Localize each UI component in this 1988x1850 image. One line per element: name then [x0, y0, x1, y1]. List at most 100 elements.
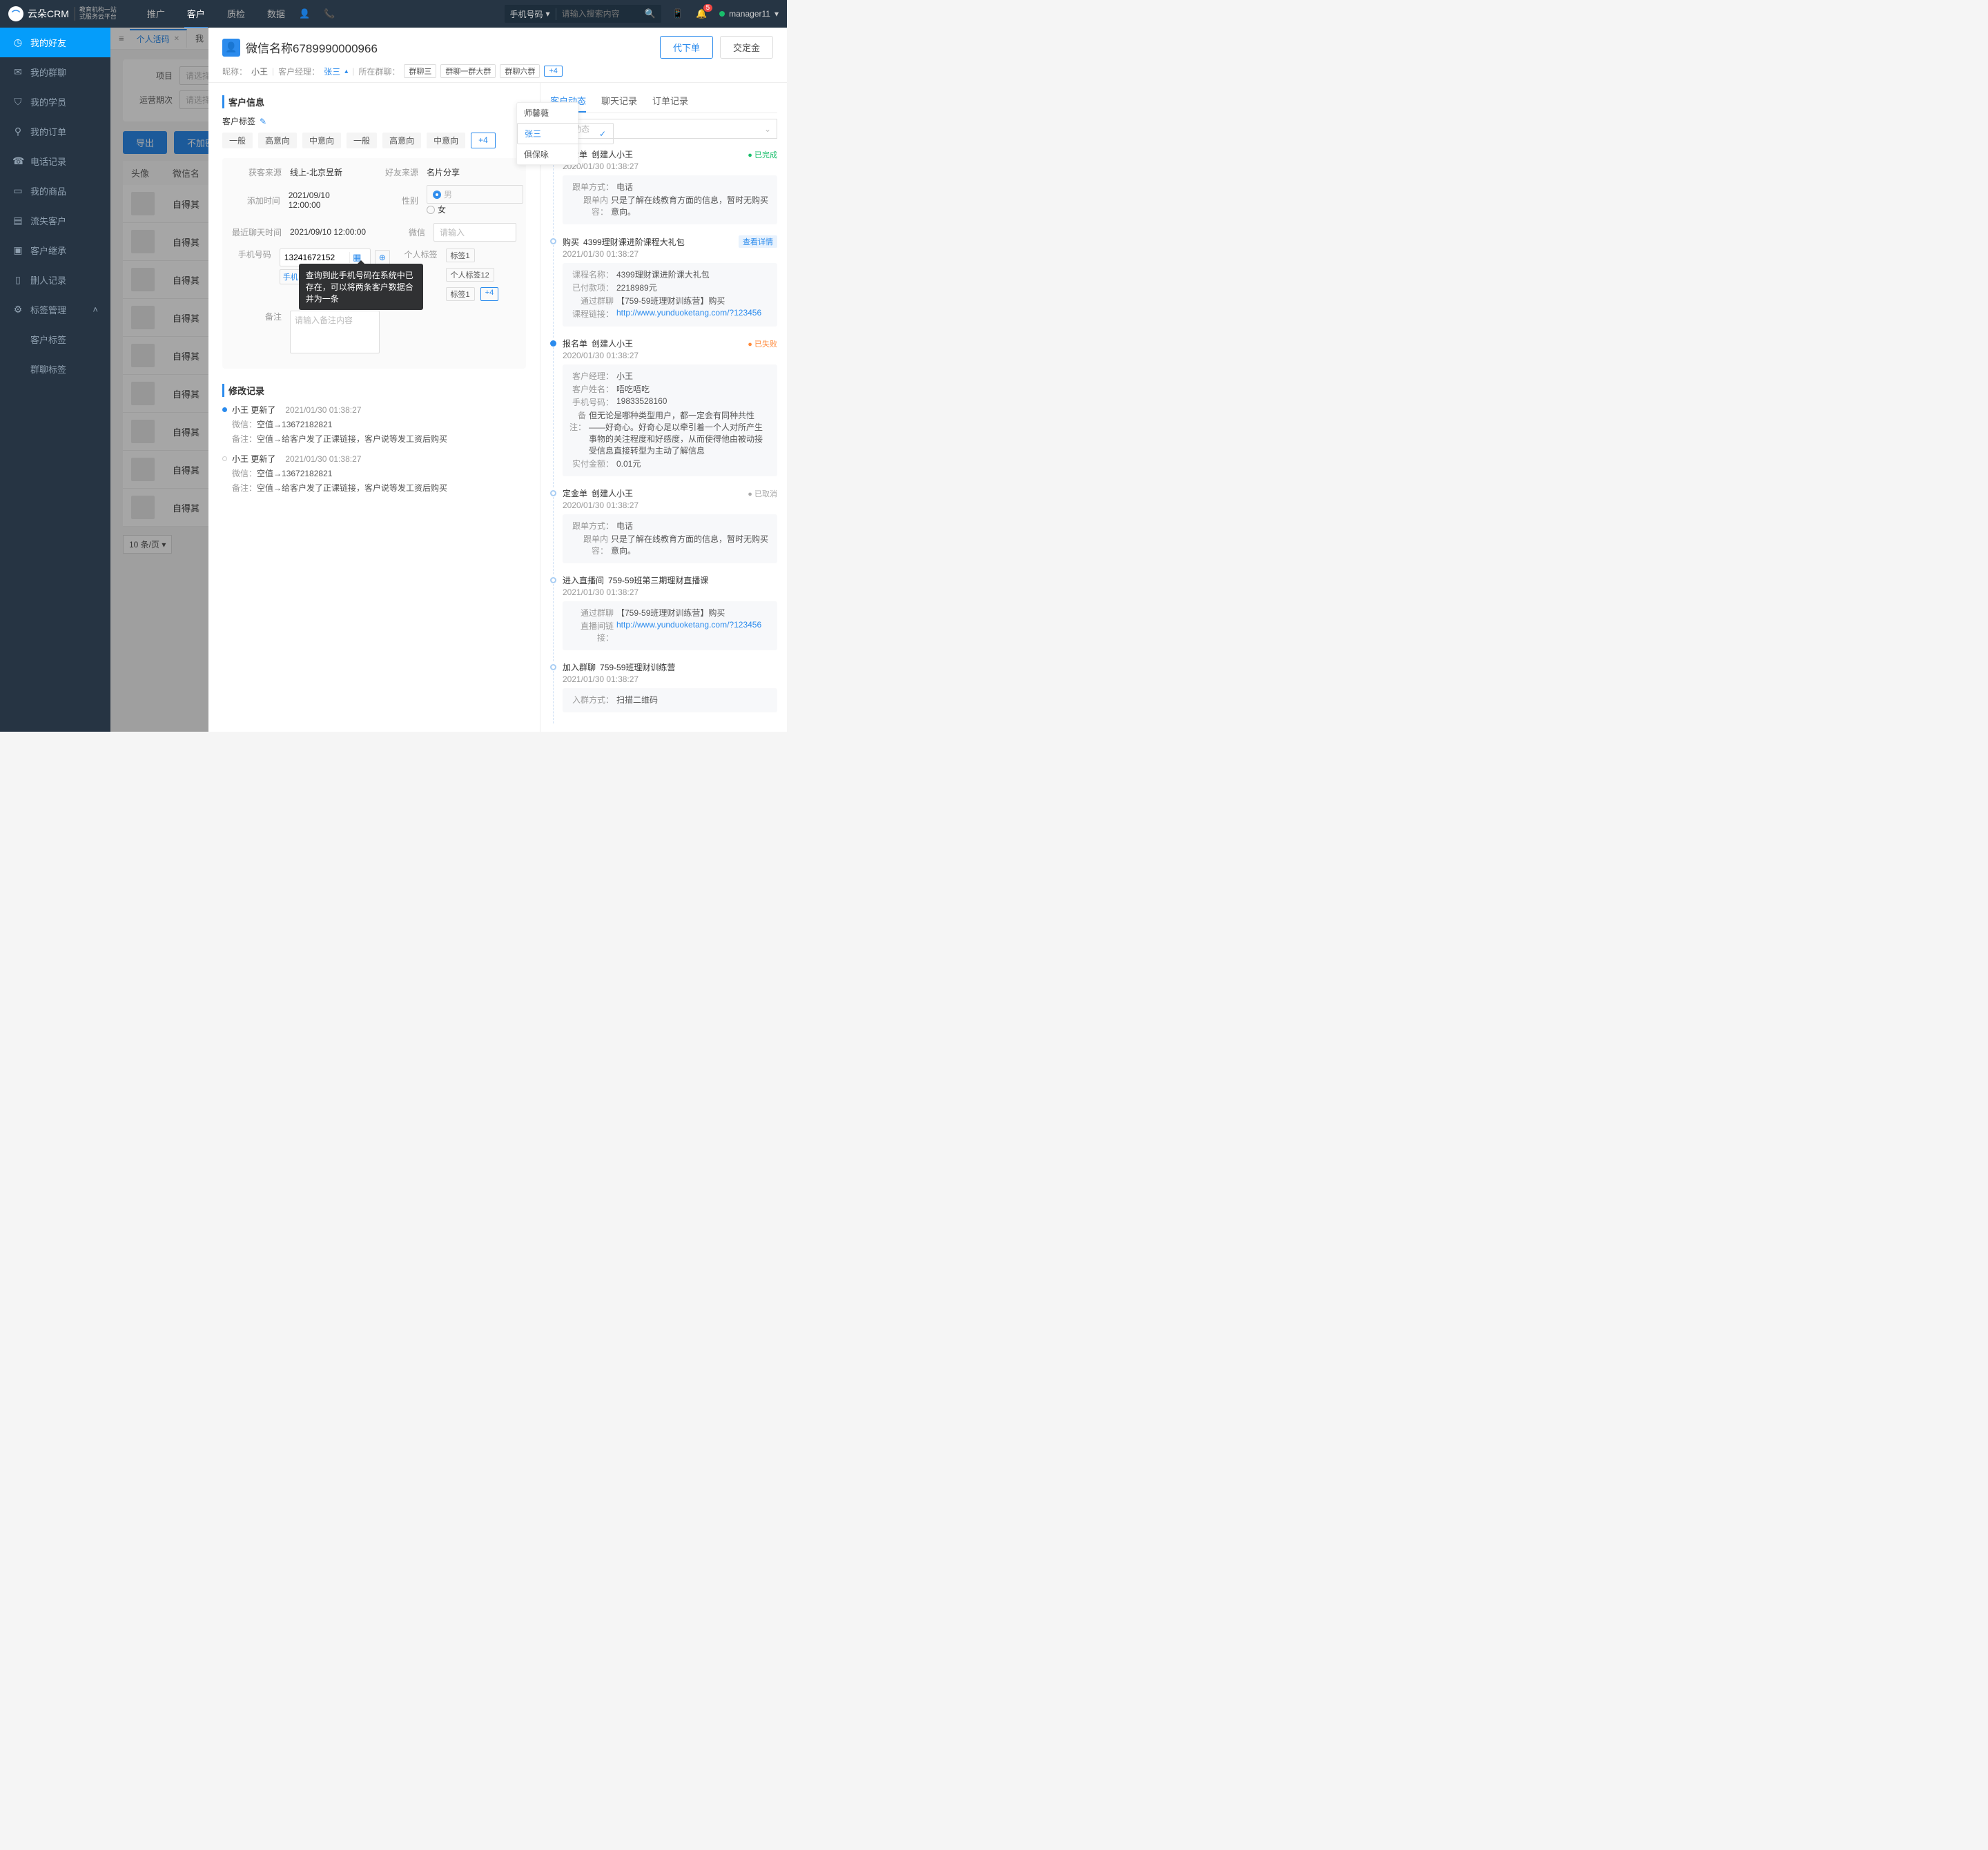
logo-sub: 教育机构一站式服务云平台	[75, 7, 117, 21]
tags-label: 客户标签	[222, 117, 255, 126]
edit-tags-icon[interactable]: ✎	[260, 117, 266, 126]
tag[interactable]: 中意向	[427, 133, 465, 148]
tag[interactable]: 一般	[347, 133, 377, 148]
online-dot	[719, 11, 725, 17]
section-modlog: 修改记录	[222, 384, 526, 397]
tag[interactable]: 高意向	[258, 133, 297, 148]
sidebar-item-friends[interactable]: ◷我的好友	[0, 28, 110, 57]
phone-icon[interactable]: 📞	[324, 8, 335, 19]
wx-input[interactable]: 请输入	[433, 223, 516, 242]
radio-female[interactable]: 女	[427, 204, 446, 215]
user-icon[interactable]: 👤	[299, 8, 310, 19]
top-right: 📱 🔔 manager11 ▾	[672, 8, 779, 19]
username: manager11	[729, 9, 770, 19]
tag-icon: ⚲	[12, 126, 23, 137]
check-icon: ✓	[599, 129, 606, 139]
bell-icon[interactable]: 🔔	[696, 8, 707, 19]
sidebar-item-tags[interactable]: ⚙标签管理˄	[0, 295, 110, 324]
friend-value: 名片分享	[427, 166, 516, 178]
remark-label: 备注	[232, 311, 282, 322]
customer-tags: 一般 高意向 中意向 一般 高意向 中意向 +4	[222, 133, 526, 148]
proxy-order-button[interactable]: 代下单	[660, 36, 713, 59]
nav-data[interactable]: 数据	[264, 0, 288, 28]
sidebar-sub-customer-tags[interactable]: 客户标签	[0, 324, 110, 354]
customer-icon: 👤	[222, 39, 240, 57]
search-input[interactable]	[556, 9, 639, 19]
group-label: 所在群聊：	[358, 66, 400, 77]
activity-list: 定金单创建人小王已完成2020/01/30 01:38:27跟单方式：电话跟单内…	[550, 148, 777, 712]
radio-male[interactable]: 男	[427, 185, 523, 204]
box-icon: ▭	[12, 185, 23, 197]
view-detail[interactable]: 查看详情	[739, 235, 777, 248]
tag[interactable]: 高意向	[382, 133, 421, 148]
message-icon: ✉	[12, 66, 23, 78]
group-chip[interactable]: 群聊一群大群	[440, 64, 496, 78]
mgr-dropdown-toggle[interactable]: ▴	[344, 68, 348, 75]
rtab-order[interactable]: 订单记录	[652, 90, 688, 113]
sidebar-item-lost[interactable]: ▤流失客户	[0, 206, 110, 235]
mgr-value: 张三	[324, 66, 340, 77]
ptag[interactable]: 标签1	[446, 249, 475, 262]
sidebar-item-students[interactable]: ⛉我的学员	[0, 87, 110, 117]
sidebar-item-calls[interactable]: ☎电话记录	[0, 146, 110, 176]
info-card: 获客来源 线上-北京昱新 好友来源 名片分享 添加时间 2021/09/10 1…	[222, 158, 526, 369]
sidebar-item-inherit[interactable]: ▣客户继承	[0, 235, 110, 265]
sidebar-item-orders[interactable]: ⚲我的订单	[0, 117, 110, 146]
nav-customer[interactable]: 客户	[184, 0, 208, 28]
manager-dropdown: 师馨薇 张三✓ 俱保咏	[516, 102, 578, 165]
ptag[interactable]: 个人标签12	[446, 268, 494, 282]
customer-drawer: 👤 微信名称6789990000966 代下单 交定金 昵称： 小王 | 客户经…	[208, 28, 787, 732]
tag-more[interactable]: +4	[471, 133, 496, 148]
chat-label: 最近聊天时间	[232, 226, 282, 238]
friend-label: 好友来源	[369, 166, 418, 178]
group-chip[interactable]: 群聊三	[404, 64, 436, 78]
src-value: 线上-北京昱新	[290, 166, 342, 178]
group-chip[interactable]: 群聊六群	[500, 64, 540, 78]
sidebar-item-delete[interactable]: ▯删人记录	[0, 265, 110, 295]
dd-item[interactable]: 俱保咏	[517, 144, 578, 164]
section-custinfo: 客户信息	[222, 95, 526, 108]
ptag-more[interactable]: +4	[480, 287, 499, 301]
customer-title: 微信名称6789990000966	[246, 39, 378, 56]
sidebar-item-groups[interactable]: ✉我的群聊	[0, 57, 110, 87]
sidebar-sub-group-tags[interactable]: 群聊标签	[0, 354, 110, 384]
group-more[interactable]: +4	[544, 66, 563, 77]
dd-item[interactable]: 师馨薇	[517, 103, 578, 123]
sex-label: 性别	[370, 195, 418, 206]
sidebar-item-goods[interactable]: ▭我的商品	[0, 176, 110, 206]
right-tabs: 客户动态 聊天记录 订单记录	[550, 90, 777, 113]
deposit-button[interactable]: 交定金	[720, 36, 773, 59]
nav-icons: 👤 📞	[299, 8, 335, 19]
search-type[interactable]: 手机号码 ▾	[505, 8, 556, 20]
phone-label: 手机号码	[232, 249, 271, 260]
tag[interactable]: 中意向	[302, 133, 341, 148]
wrench-icon: ⚙	[12, 304, 23, 315]
copy-icon: ▣	[12, 244, 23, 256]
search-button[interactable]: 🔍	[639, 8, 661, 19]
mobile-icon[interactable]: 📱	[672, 8, 683, 19]
phone-input[interactable]	[280, 253, 349, 262]
dd-item[interactable]: 张三✓	[517, 123, 614, 144]
ptag[interactable]: 标签1	[446, 287, 475, 301]
sidebar: ◷我的好友 ✉我的群聊 ⛉我的学员 ⚲我的订单 ☎电话记录 ▭我的商品 ▤流失客…	[0, 28, 110, 732]
phone-icon: ☎	[12, 155, 23, 167]
wx-label: 微信	[376, 226, 425, 238]
drawer-header: 👤 微信名称6789990000966 代下单 交定金 昵称： 小王 | 客户经…	[208, 28, 787, 83]
filter-icon: ⛉	[12, 96, 23, 108]
tag[interactable]: 一般	[222, 133, 253, 148]
nav-qc[interactable]: 质检	[224, 0, 248, 28]
remark-input[interactable]: 请输入备注内容	[290, 311, 380, 353]
mgr-label: 客户经理：	[278, 66, 320, 77]
modlog-list: 小王 更新了2021/01/30 01:38:27微信：空值→136721828…	[222, 404, 526, 494]
search: 手机号码 ▾ 🔍	[505, 5, 661, 23]
chevron-down-icon: ⌄	[764, 124, 771, 134]
drawer-right: 客户动态 聊天记录 订单记录 全部动态⌄ 定金单创建人小王已完成2020/01/…	[540, 83, 787, 732]
topbar: ⌒ 云朵CRM 教育机构一站式服务云平台 推广 客户 质检 数据 👤 📞 手机号…	[0, 0, 787, 28]
phone-add-button[interactable]: ⊕	[375, 250, 390, 265]
user-menu[interactable]: manager11 ▾	[719, 9, 779, 19]
add-label: 添加时间	[232, 195, 280, 206]
logo-text: 云朵CRM	[28, 7, 69, 21]
add-value: 2021/09/10 12:00:00	[289, 191, 362, 210]
nav-promote[interactable]: 推广	[144, 0, 168, 28]
rtab-chat[interactable]: 聊天记录	[601, 90, 637, 113]
